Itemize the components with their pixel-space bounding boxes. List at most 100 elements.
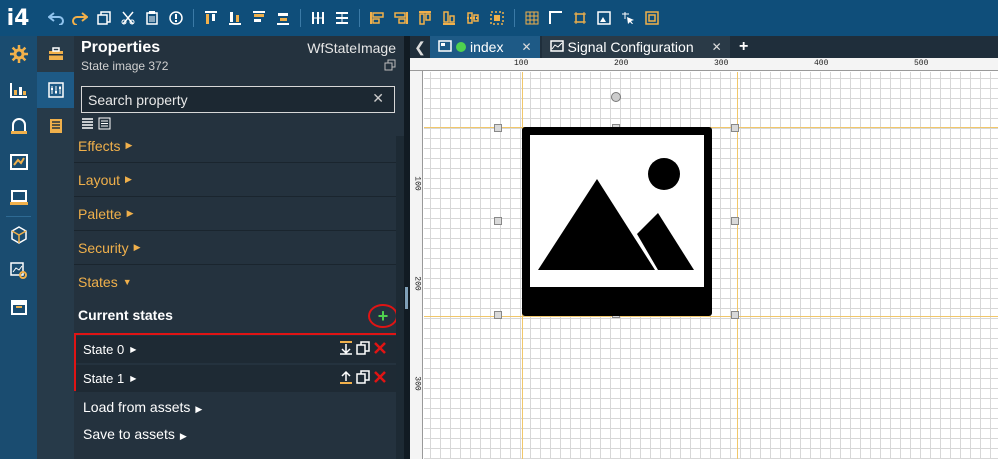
- signal-icon: [549, 39, 564, 55]
- properties-icon[interactable]: [37, 72, 74, 108]
- section-label: States: [78, 274, 118, 290]
- close-tab-icon[interactable]: ✕: [521, 40, 531, 54]
- rotation-handle[interactable]: [611, 92, 621, 102]
- distribute-icon[interactable]: [271, 6, 295, 30]
- toolbox-icon[interactable]: [37, 36, 74, 72]
- redo-icon[interactable]: [68, 6, 92, 30]
- state-row-1[interactable]: State 1 ▶: [76, 365, 397, 392]
- copy-icon[interactable]: [92, 6, 116, 30]
- section-effects[interactable]: Effects ▶: [74, 129, 396, 163]
- app-logo: i4: [6, 5, 30, 31]
- center-h-icon[interactable]: [306, 6, 330, 30]
- duplicate-icon[interactable]: [356, 370, 370, 387]
- state-actions: [339, 341, 387, 358]
- search-input[interactable]: [82, 87, 362, 112]
- section-states[interactable]: States ▼: [74, 265, 396, 299]
- state-row-0[interactable]: State 0 ▶: [76, 336, 397, 363]
- align-center-icon[interactable]: [461, 6, 485, 30]
- tab-label: Signal Configuration: [567, 39, 694, 55]
- state-actions: [339, 370, 387, 387]
- cube-icon[interactable]: [0, 217, 37, 253]
- align-bottom-edge-icon[interactable]: [437, 6, 461, 30]
- terminal-icon[interactable]: [0, 180, 37, 216]
- panel-switcher-rail: [37, 36, 74, 459]
- report-icon[interactable]: [0, 144, 37, 180]
- info-icon[interactable]: [164, 6, 188, 30]
- pointer-icon[interactable]: [616, 6, 640, 30]
- chevron-right-icon: ▶: [133, 242, 141, 252]
- move-up-icon[interactable]: [339, 370, 353, 387]
- copy-name-icon[interactable]: [384, 58, 396, 76]
- ruler-label: 100: [514, 59, 529, 68]
- chevron-right-icon: ▶: [195, 404, 203, 414]
- duplicate-icon[interactable]: [356, 341, 370, 358]
- tab-label: index: [470, 39, 504, 55]
- center-v-icon[interactable]: [330, 6, 354, 30]
- document-icon[interactable]: [37, 108, 74, 144]
- section-security[interactable]: Security ▶: [74, 231, 396, 265]
- chart-gear-icon[interactable]: [0, 253, 37, 289]
- resize-handle[interactable]: [494, 124, 502, 132]
- resize-handle[interactable]: [494, 311, 502, 319]
- archive-icon[interactable]: [0, 289, 37, 325]
- ruler-label: 200: [614, 59, 629, 68]
- resize-handle[interactable]: [494, 217, 502, 225]
- current-states-label: Current states: [78, 307, 173, 323]
- toolbar-separator: [300, 9, 301, 27]
- states-list: State 0 ▶ State 1 ▶: [74, 333, 399, 392]
- clear-search-icon[interactable]: ✕: [372, 90, 384, 107]
- toolbar-separator: [359, 9, 360, 27]
- cut-icon[interactable]: [116, 6, 140, 30]
- chevron-right-icon: ▶: [125, 140, 133, 150]
- tab-signal-configuration[interactable]: Signal Configuration ✕: [541, 36, 730, 58]
- properties-panel: Properties WfStateImage State image 372 …: [74, 36, 404, 459]
- add-state-button[interactable]: +: [368, 304, 398, 328]
- save-to-assets-link[interactable]: Save to assets ▶: [83, 426, 187, 442]
- paste-icon[interactable]: [140, 6, 164, 30]
- screen-icon: [438, 39, 452, 55]
- section-layout[interactable]: Layout ▶: [74, 163, 396, 197]
- align-top-edge-icon[interactable]: [413, 6, 437, 30]
- select-frame-icon[interactable]: [485, 6, 509, 30]
- horizontal-ruler: 100 200 300 400 500: [410, 58, 998, 71]
- ruler-label: 300: [412, 376, 422, 391]
- gear-icon[interactable]: [0, 36, 37, 72]
- tab-index[interactable]: index ✕: [430, 36, 540, 58]
- section-palette[interactable]: Palette ▶: [74, 197, 396, 231]
- align-middle-icon[interactable]: [247, 6, 271, 30]
- vertical-ruler: 100 200 300: [410, 71, 423, 459]
- grid-icon[interactable]: [520, 6, 544, 30]
- delete-icon[interactable]: [373, 370, 387, 387]
- align-top-icon[interactable]: [199, 6, 223, 30]
- alarm-icon[interactable]: [0, 108, 37, 144]
- close-tab-icon[interactable]: ✕: [712, 40, 722, 54]
- link-label: Load from assets: [83, 399, 191, 415]
- section-label: Layout: [78, 171, 121, 188]
- load-from-assets-link[interactable]: Load from assets ▶: [83, 399, 202, 415]
- zoom-frame-icon[interactable]: [640, 6, 664, 30]
- dashboard-icon[interactable]: [0, 72, 37, 108]
- corner-icon[interactable]: [544, 6, 568, 30]
- state-label: State 0: [83, 342, 125, 357]
- image-select-icon[interactable]: [592, 6, 616, 30]
- resize-handle[interactable]: [731, 124, 739, 132]
- design-canvas[interactable]: 100 200 300 400 500 100 200 300: [410, 58, 998, 459]
- panel-scrollbar[interactable]: [396, 136, 404, 459]
- frame-icon[interactable]: [568, 6, 592, 30]
- undo-icon[interactable]: [44, 6, 68, 30]
- add-tab-button[interactable]: +: [732, 36, 756, 58]
- resize-handle[interactable]: [731, 217, 739, 225]
- align-bottom-icon[interactable]: [223, 6, 247, 30]
- state-image-placeholder-icon[interactable]: [522, 127, 712, 317]
- align-left-icon[interactable]: [365, 6, 389, 30]
- main-toolbar: i4: [0, 0, 998, 36]
- move-down-icon[interactable]: [339, 341, 353, 358]
- ruler-label: 400: [814, 59, 829, 68]
- app: i4 Properties WfStateImage State image 3…: [0, 0, 998, 459]
- align-right-icon[interactable]: [389, 6, 413, 30]
- delete-icon[interactable]: [373, 341, 387, 358]
- splitter-handle[interactable]: [405, 287, 408, 309]
- resize-handle[interactable]: [731, 311, 739, 319]
- ruler-label: 300: [714, 59, 729, 68]
- tab-scroll-left-icon[interactable]: ❮: [410, 36, 430, 58]
